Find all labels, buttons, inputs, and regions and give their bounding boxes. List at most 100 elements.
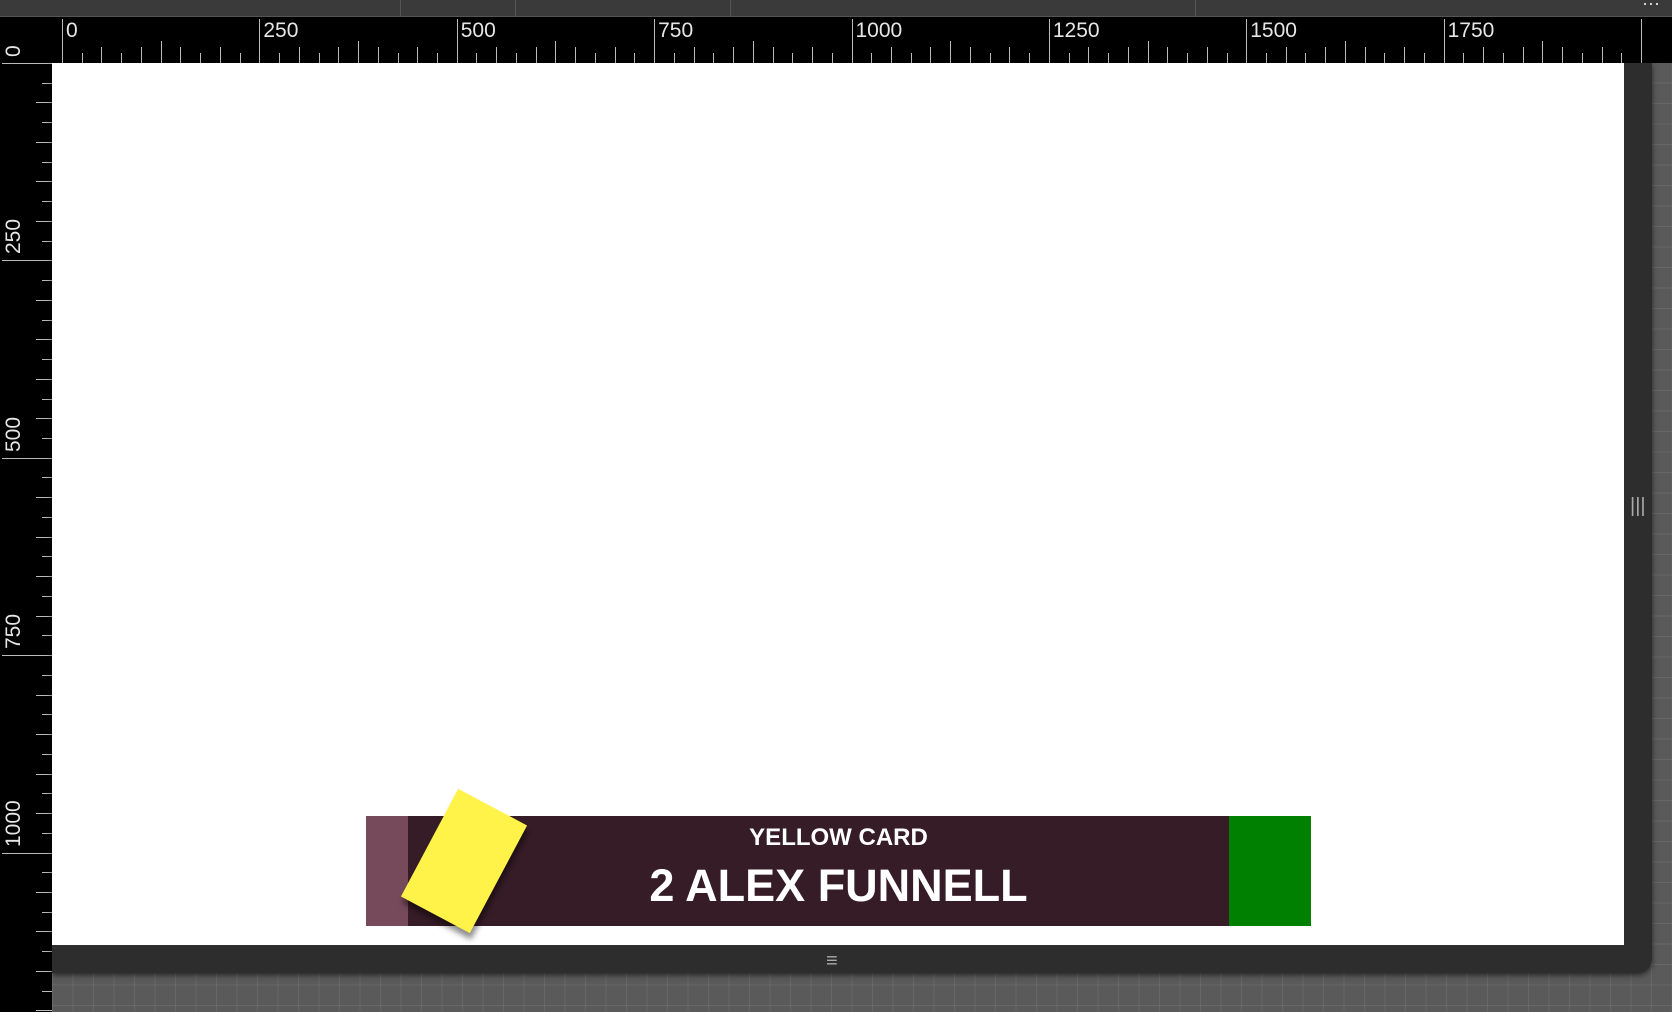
ruler-tick xyxy=(2,852,52,854)
ruler-tick xyxy=(673,53,675,63)
ruler-tick xyxy=(1601,47,1603,63)
ruler-tick xyxy=(397,53,399,63)
ruler-tick xyxy=(42,122,52,124)
ruler-tick xyxy=(42,240,52,242)
ruler-tick xyxy=(1226,53,1228,63)
ruler-tick xyxy=(1009,47,1011,63)
ruler-tick xyxy=(42,477,52,479)
ruler-tick xyxy=(36,418,52,420)
ruler-tick xyxy=(62,19,63,63)
ruler-tick xyxy=(42,280,52,282)
ruler-tick xyxy=(772,47,774,63)
ruler-tick xyxy=(989,53,991,63)
ruler-tick xyxy=(42,319,52,321)
ruler-tick xyxy=(1581,53,1583,63)
ruler-label: 750 xyxy=(2,614,25,650)
ruler-tick xyxy=(239,53,241,63)
ruler-tick xyxy=(792,53,794,63)
ruler-label: 500 xyxy=(460,19,496,42)
ruler-label: 1000 xyxy=(2,799,25,847)
ruler-tick xyxy=(338,47,340,63)
ruler-tick xyxy=(36,339,52,341)
ruler-tick xyxy=(851,19,853,63)
ruler-tick xyxy=(42,674,52,676)
ruler-tick xyxy=(752,41,754,63)
ruler-tick xyxy=(1246,19,1248,63)
ruler-tick xyxy=(36,576,52,578)
ruler-tick xyxy=(36,891,52,893)
ruler-tick xyxy=(1483,47,1485,63)
more-icon[interactable]: ⋯ xyxy=(1642,0,1662,15)
ruler-tick xyxy=(831,53,833,63)
ruler-tick xyxy=(36,536,52,538)
ruler-label: 1500 xyxy=(1250,19,1297,42)
ruler-tick xyxy=(969,47,971,63)
ruler-label: 1750 xyxy=(1447,19,1495,42)
ruler-tick xyxy=(36,615,52,617)
ruler-tick xyxy=(1423,53,1425,63)
ruler-tick xyxy=(555,41,557,63)
toolbar-segment[interactable] xyxy=(400,0,516,16)
ruler-tick xyxy=(871,53,873,63)
toolbar-segment[interactable] xyxy=(515,0,731,16)
ruler-tick xyxy=(36,141,52,143)
ruler-tick xyxy=(733,47,735,63)
ruler-tick xyxy=(1206,47,1208,63)
ruler-tick xyxy=(42,793,52,795)
ruler-tick xyxy=(318,53,320,63)
ruler-tick xyxy=(535,47,537,63)
ruler-tick xyxy=(437,53,438,63)
ruler-tick xyxy=(259,19,261,63)
toolbar-segment[interactable] xyxy=(0,0,401,16)
ruler-tick xyxy=(42,595,52,597)
ruler-tick xyxy=(1522,47,1524,63)
ruler-tick xyxy=(36,299,52,301)
ruler-tick xyxy=(36,970,52,972)
ruler-tick xyxy=(42,753,52,755)
ruler-label: 0 xyxy=(66,19,78,42)
ruler-tick xyxy=(1641,19,1642,63)
ruler-label: 500 xyxy=(2,416,25,452)
ruler-tick xyxy=(890,47,892,63)
ruler-tick xyxy=(200,53,202,63)
ruler-label: 0 xyxy=(2,45,25,57)
vertical-ruler: 0 250 500 750 1000 xyxy=(0,17,52,1012)
canvas[interactable] xyxy=(52,63,1624,945)
ruler-tick xyxy=(36,102,52,104)
ruler-tick xyxy=(1364,47,1366,63)
ruler-tick xyxy=(36,931,52,933)
ruler-label: 750 xyxy=(658,19,694,42)
ruler-tick xyxy=(1068,53,1070,63)
ruler-tick xyxy=(1443,19,1445,63)
ruler-tick xyxy=(180,47,182,63)
ruler-tick xyxy=(950,41,952,63)
ruler-tick xyxy=(42,951,52,953)
ruler-tick xyxy=(1127,47,1129,63)
ruler-tick xyxy=(81,53,83,63)
ruler-tick xyxy=(358,41,360,63)
ruler-tick xyxy=(1325,47,1327,63)
ruler-tick xyxy=(693,47,695,63)
horizontal-resize-handle-icon[interactable]: ≡ xyxy=(826,950,838,973)
ruler-tick xyxy=(634,53,636,63)
ruler-tick xyxy=(1048,19,1050,63)
ruler-tick xyxy=(36,694,52,696)
ruler-tick xyxy=(36,220,52,222)
ruler-tick xyxy=(1285,47,1287,63)
ruler-tick xyxy=(42,438,52,439)
ruler-tick xyxy=(1542,41,1544,63)
ruler-tick xyxy=(36,813,52,815)
ruler-tick xyxy=(713,53,715,63)
ruler-tick xyxy=(42,990,52,992)
toolbar-segment[interactable] xyxy=(730,0,1196,16)
ruler-tick xyxy=(42,911,52,913)
ruler-tick xyxy=(42,832,52,834)
ruler-tick xyxy=(1187,53,1189,63)
vertical-resize-handle-icon[interactable]: ||| xyxy=(1630,495,1646,518)
ruler-tick xyxy=(930,47,932,63)
ruler-tick xyxy=(36,734,52,736)
player-name: 2 ALEX FUNNELL xyxy=(649,860,1028,911)
ruler-tick xyxy=(42,714,52,716)
ruler-tick xyxy=(515,53,517,63)
ruler-tick xyxy=(42,398,52,400)
